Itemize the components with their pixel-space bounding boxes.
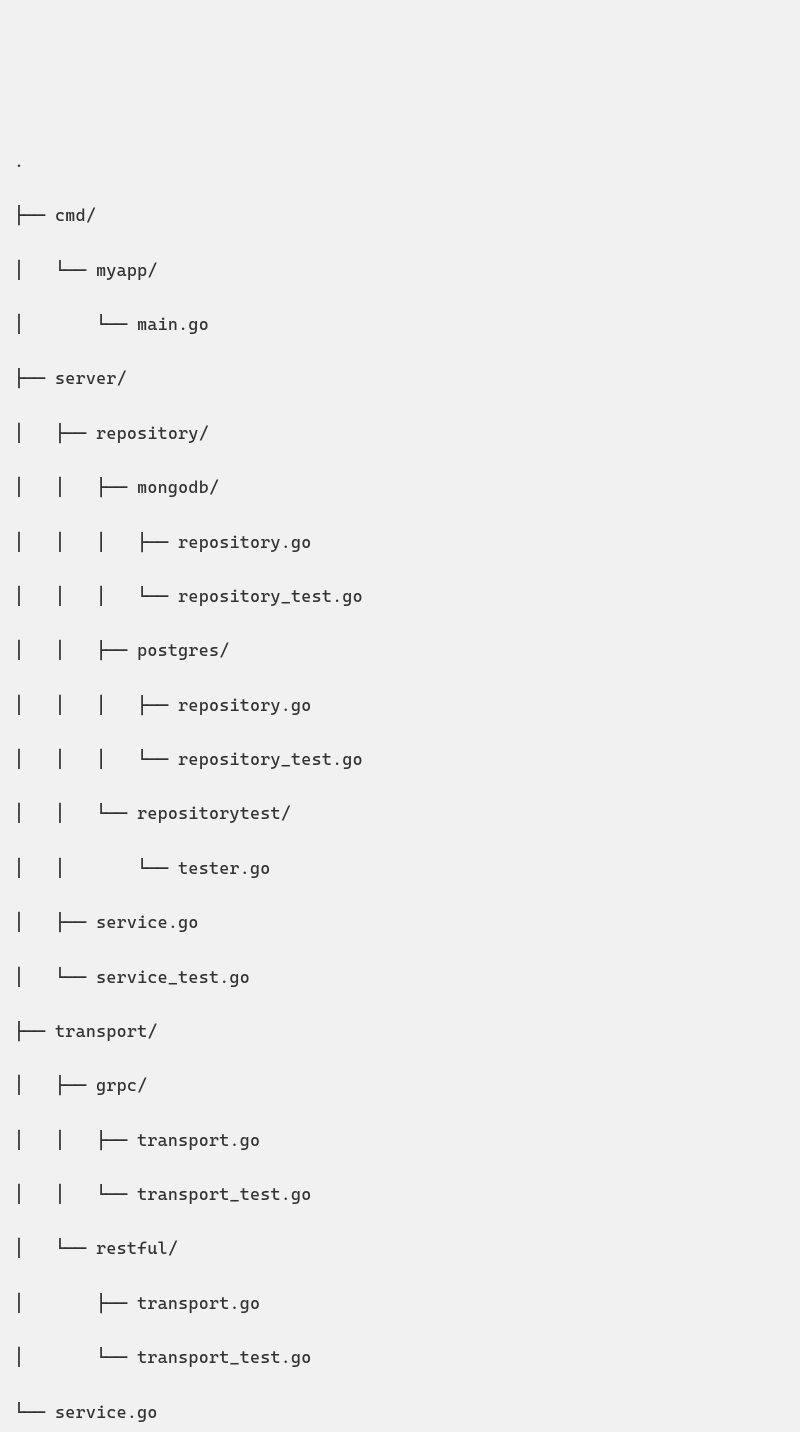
- tree-line: │ ├── service.go: [14, 909, 786, 936]
- tree-root: .: [14, 148, 786, 175]
- tree-line: │ │ ├── postgres/: [14, 637, 786, 664]
- tree-line: │ ├── repository/: [14, 420, 786, 447]
- tree-line: │ └── transport_test.go: [14, 1344, 786, 1371]
- tree-line: │ └── service_test.go: [14, 964, 786, 991]
- tree-line: │ │ ├── mongodb/: [14, 474, 786, 501]
- tree-line: │ └── restful/: [14, 1235, 786, 1262]
- tree-line: │ └── main.go: [14, 311, 786, 338]
- tree-line: ├── cmd/: [14, 202, 786, 229]
- tree-line: │ └── myapp/: [14, 257, 786, 284]
- tree-line: │ │ └── transport_test.go: [14, 1181, 786, 1208]
- tree-line: │ │ │ └── repository_test.go: [14, 746, 786, 773]
- tree-line: │ │ │ ├── repository.go: [14, 692, 786, 719]
- tree-line: │ │ ├── transport.go: [14, 1127, 786, 1154]
- tree-line: │ ├── grpc/: [14, 1072, 786, 1099]
- tree-line: │ │ └── repositorytest/: [14, 800, 786, 827]
- directory-tree: . ├── cmd/ │ └── myapp/ │ └── main.go ├─…: [14, 121, 786, 1432]
- tree-line: │ │ └── tester.go: [14, 855, 786, 882]
- tree-line: │ ├── transport.go: [14, 1290, 786, 1317]
- tree-line: └── service.go: [14, 1399, 786, 1426]
- tree-line: ├── server/: [14, 365, 786, 392]
- tree-line: │ │ │ ├── repository.go: [14, 529, 786, 556]
- tree-line: │ │ │ └── repository_test.go: [14, 583, 786, 610]
- tree-line: ├── transport/: [14, 1018, 786, 1045]
